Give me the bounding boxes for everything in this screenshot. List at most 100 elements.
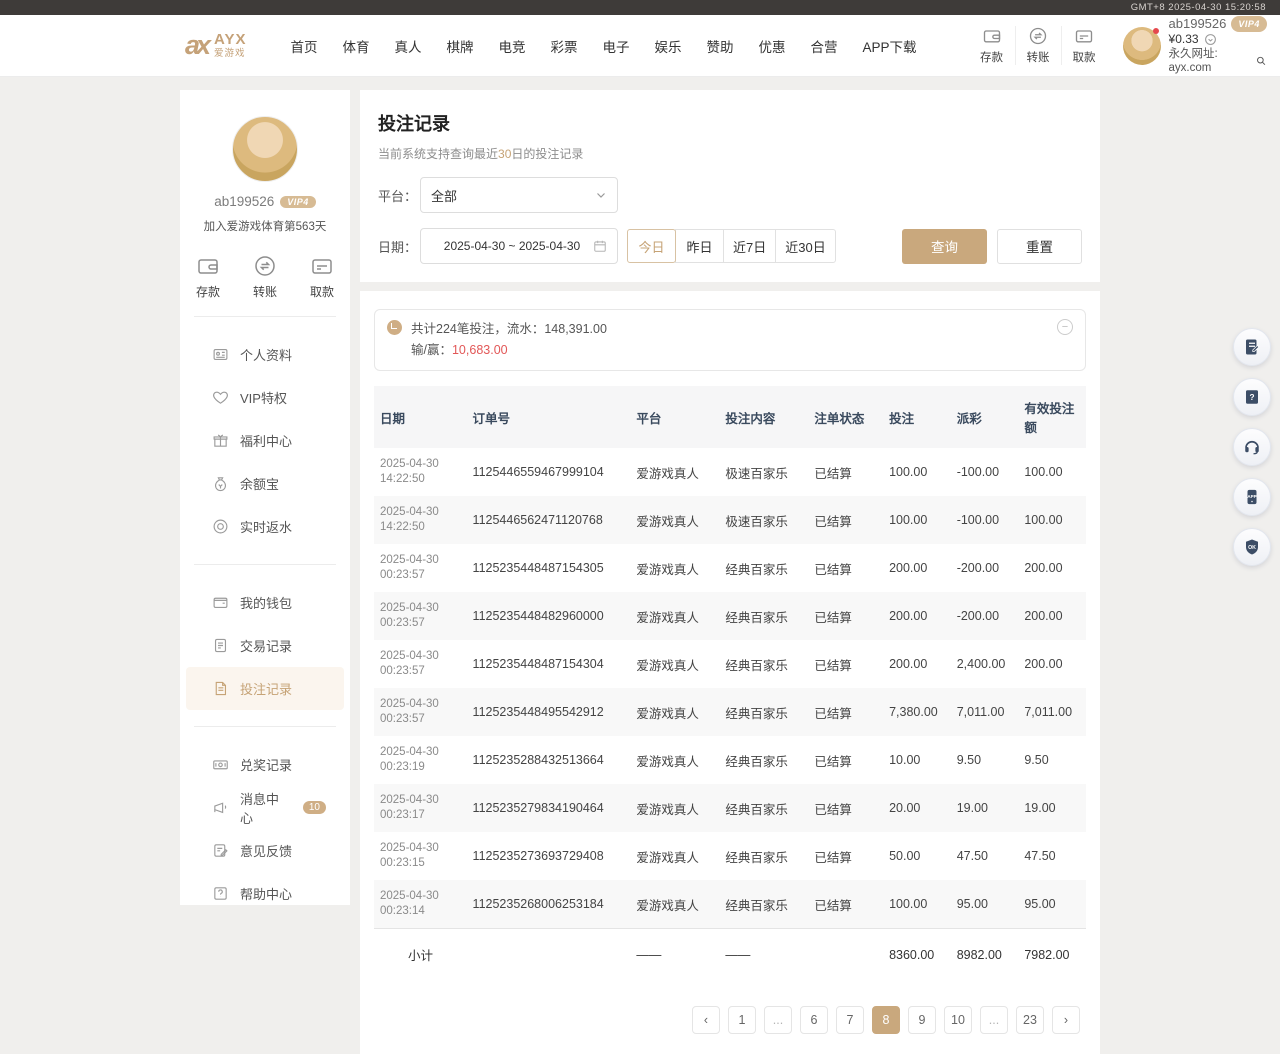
cell-bet: 200.00 xyxy=(883,640,951,688)
cell-payout: 7,011.00 xyxy=(951,688,1019,736)
col-valid: 有效投注额 xyxy=(1018,386,1086,448)
platform-label: 平台： xyxy=(378,186,420,205)
nav-sports[interactable]: 体育 xyxy=(343,36,370,56)
sidebar-item-profile[interactable]: 个人资料 xyxy=(186,333,344,376)
cell-valid: 9.50 xyxy=(1018,736,1086,784)
nav-home[interactable]: 首页 xyxy=(291,36,318,56)
app-download-icon[interactable]: APP xyxy=(1233,478,1271,516)
cell-bet: 10.00 xyxy=(883,736,951,784)
nav-slots[interactable]: 电子 xyxy=(603,36,630,56)
sidebar-item-yuebao[interactable]: 余额宝 xyxy=(186,462,344,505)
shield-ok-icon[interactable]: OK xyxy=(1233,528,1271,566)
sidebar-item-redeem[interactable]: 兑奖记录 xyxy=(186,743,344,786)
prev-page-button[interactable]: ‹ xyxy=(692,1006,720,1034)
nav-entertainment[interactable]: 娱乐 xyxy=(655,36,682,56)
transfer-button[interactable]: 转账 xyxy=(253,254,277,300)
range-yesterday-button[interactable]: 昨日 xyxy=(675,229,724,263)
cell-date: 2025-04-3000:23:57 xyxy=(374,544,467,592)
sidebar-item-rebate[interactable]: 实时返水 xyxy=(186,505,344,548)
current-page-button[interactable]: 8 xyxy=(872,1006,900,1034)
header-user-area[interactable]: ab199526 VIP4 ¥0.33 永久网址: ayx.com xyxy=(1123,16,1267,76)
info-icon xyxy=(387,320,402,335)
page-subtitle: 当前系统支持查询最近30日的投注记录 xyxy=(378,145,1082,162)
sidebar-item-transactions[interactable]: 交易记录 xyxy=(186,624,344,667)
subtotal-bet: 8360.00 xyxy=(883,929,951,981)
next-page-button[interactable]: › xyxy=(1052,1006,1080,1034)
vip-heart-icon xyxy=(212,389,229,406)
divider xyxy=(194,564,336,565)
cell-bet: 200.00 xyxy=(883,592,951,640)
reset-button[interactable]: 重置 xyxy=(997,229,1082,264)
table-row: 2025-04-3000:23:171125235279834190464爱游戏… xyxy=(374,784,1086,832)
search-button[interactable]: 查询 xyxy=(902,229,987,264)
deposit-button[interactable]: 存款 xyxy=(196,254,220,300)
calendar-icon xyxy=(593,239,607,253)
sidebar-item-welfare[interactable]: 福利中心 xyxy=(186,419,344,462)
nav-promo[interactable]: 优惠 xyxy=(759,36,786,56)
sidebar-item-wallet[interactable]: 我的钱包 xyxy=(186,581,344,624)
sidebar-item-messages[interactable]: 消息中心 10 xyxy=(186,786,344,829)
cell-bet: 100.00 xyxy=(883,448,951,496)
cell-order: 1125235448495542912 xyxy=(467,688,631,736)
range-30days-button[interactable]: 近30日 xyxy=(775,229,835,263)
page-button[interactable]: 23 xyxy=(1016,1006,1044,1034)
date-range-input[interactable]: 2025-04-30 ~ 2025-04-30 xyxy=(420,228,618,264)
page-button[interactable]: 6 xyxy=(800,1006,828,1034)
cell-order: 1125235268006253184 xyxy=(467,880,631,929)
magnifier-icon[interactable] xyxy=(1256,55,1266,67)
nav-lottery[interactable]: 彩票 xyxy=(551,36,578,56)
range-today-button[interactable]: 今日 xyxy=(627,229,676,263)
cell-status: 已结算 xyxy=(808,592,883,640)
deposit-button[interactable]: 存款 xyxy=(969,26,1015,65)
cell-valid: 7,011.00 xyxy=(1018,688,1086,736)
cell-content: 经典百家乐 xyxy=(719,832,808,880)
cell-date: 2025-04-3000:23:17 xyxy=(374,784,467,832)
subtotal-content: —— xyxy=(719,929,808,981)
avatar[interactable] xyxy=(1123,27,1161,65)
main-content: 投注记录 当前系统支持查询最近30日的投注记录 平台： 全部 日期： 2025-… xyxy=(360,90,1100,905)
cell-status: 已结算 xyxy=(808,640,883,688)
page-button[interactable]: 10 xyxy=(944,1006,972,1034)
summary-bar: 共计224笔投注，流水：148,391.00 输/赢：10,683.00 − xyxy=(374,309,1086,371)
sidebar-item-feedback[interactable]: 意见反馈 xyxy=(186,829,344,872)
nav-esports[interactable]: 电竞 xyxy=(499,36,526,56)
document-edit-icon[interactable] xyxy=(1233,328,1271,366)
cell-platform: 爱游戏真人 xyxy=(630,496,719,544)
platform-select[interactable]: 全部 xyxy=(420,177,618,213)
transfer-icon xyxy=(1028,26,1048,46)
sidebar-item-vip[interactable]: VIP特权 xyxy=(186,376,344,419)
vip-badge: VIP4 xyxy=(1231,16,1267,33)
subtotal-row: 小计 —— —— 8360.00 8982.00 7982.00 xyxy=(374,929,1086,981)
collapse-summary-icon[interactable]: − xyxy=(1057,319,1073,335)
nav-live[interactable]: 真人 xyxy=(395,36,422,56)
sidebar-item-help[interactable]: 帮助中心 xyxy=(186,872,344,915)
headset-icon[interactable] xyxy=(1233,428,1271,466)
cell-status: 已结算 xyxy=(808,784,883,832)
sidebar-item-bet-records[interactable]: 投注记录 xyxy=(186,667,344,710)
nav-sponsor[interactable]: 赞助 xyxy=(707,36,734,56)
withdraw-button[interactable]: 取款 xyxy=(1061,26,1107,65)
gift-icon xyxy=(212,432,229,449)
id-card-icon xyxy=(212,346,229,363)
help-book-icon[interactable]: ? xyxy=(1233,378,1271,416)
nav-partner[interactable]: 合营 xyxy=(811,36,838,56)
page-button[interactable]: 9 xyxy=(908,1006,936,1034)
table-row: 2025-04-3000:23:571125235448487154305爱游戏… xyxy=(374,544,1086,592)
nav-cards[interactable]: 棋牌 xyxy=(447,36,474,56)
site-logo[interactable]: ax AYX 爱游戏 xyxy=(185,30,247,61)
permanent-url: 永久网址: ayx.com xyxy=(1169,47,1252,76)
refresh-balance-icon[interactable] xyxy=(1204,33,1217,46)
cell-order: 1125446562471120768 xyxy=(467,496,631,544)
page-button[interactable]: 1 xyxy=(728,1006,756,1034)
col-platform: 平台 xyxy=(630,386,719,448)
subtotal-platform: —— xyxy=(630,929,719,981)
table-row: 2025-04-3000:23:141125235268006253184爱游戏… xyxy=(374,880,1086,929)
transfer-button[interactable]: 转账 xyxy=(1015,26,1061,65)
nav-app-download[interactable]: APP下载 xyxy=(863,36,917,56)
cell-date: 2025-04-3000:23:19 xyxy=(374,736,467,784)
avatar[interactable] xyxy=(232,116,298,182)
withdraw-button[interactable]: 取款 xyxy=(310,254,334,300)
page-button[interactable]: 7 xyxy=(836,1006,864,1034)
col-payout: 派彩 xyxy=(951,386,1019,448)
range-7days-button[interactable]: 近7日 xyxy=(723,229,776,263)
